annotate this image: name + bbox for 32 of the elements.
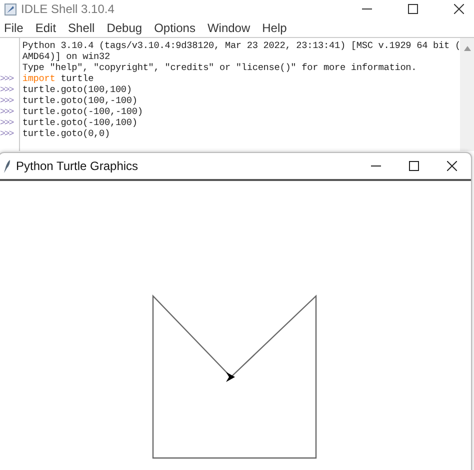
feather-icon <box>3 160 11 172</box>
menu-item[interactable]: Shell <box>68 20 95 34</box>
window-title: Python Turtle Graphics <box>16 159 138 173</box>
output-line: AMD64)] on win32 <box>22 51 111 62</box>
code-line: turtle.goto(0,0) <box>22 128 111 139</box>
shell-prompt: >>> <box>0 85 14 95</box>
shell-prompt: >>> <box>0 74 14 84</box>
menu-item[interactable]: Window <box>207 20 250 34</box>
output-line: Python 3.10.4 (tags/v3.10.4:9d38120, Mar 23 2022, 23:13:41) [MSC v.1929 64 bit ( <box>22 40 460 51</box>
menu-item[interactable]: Help <box>262 20 287 34</box>
shell-prompt: >>> <box>0 118 14 128</box>
window-title: IDLE Shell 3.10.4 <box>21 2 114 16</box>
shell-prompt: >>> <box>0 96 14 106</box>
code-line: turtle.goto(100,-100) <box>22 95 138 106</box>
maximize-icon[interactable] <box>409 161 419 171</box>
menu-item[interactable]: Edit <box>35 20 56 34</box>
close-icon[interactable] <box>447 161 457 171</box>
menu-item[interactable]: Debug <box>106 20 142 34</box>
code-line: turtle.goto(100,100) <box>22 84 133 95</box>
menu-item[interactable]: File <box>4 20 24 34</box>
scrollbar[interactable] <box>460 38 474 151</box>
maximize-icon[interactable] <box>408 4 418 14</box>
close-icon[interactable] <box>454 4 464 14</box>
shell-prompt: >>> <box>0 107 14 117</box>
shell-prompt: >>> <box>0 129 14 139</box>
code-line: turtle.goto(-100,100) <box>22 117 138 128</box>
code-line: turtle.goto(-100,-100) <box>22 106 144 117</box>
turtle-arrow-icon <box>226 372 235 382</box>
code-line: import turtle <box>22 73 95 84</box>
feather-icon <box>4 2 17 16</box>
output-line: Type "help", "copyright", "credits" or "license()" for more information. <box>22 62 418 73</box>
menu-item[interactable]: Options <box>154 20 196 34</box>
